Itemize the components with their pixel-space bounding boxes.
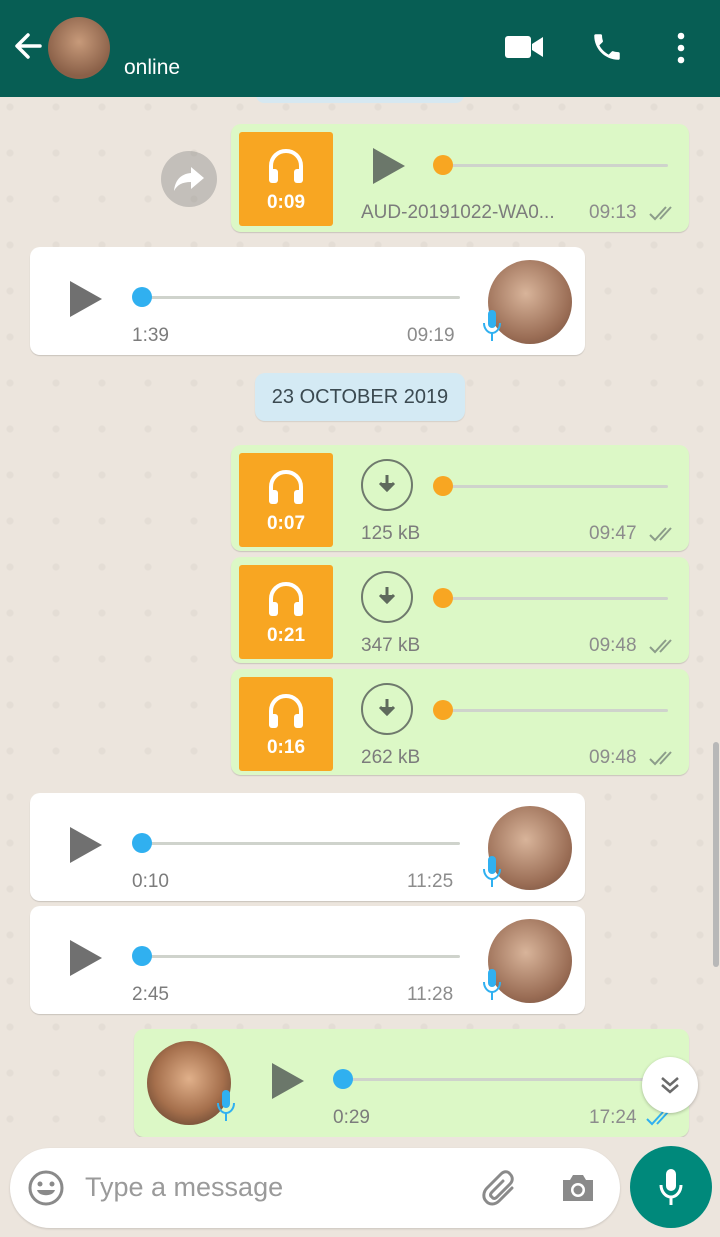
video-call-icon[interactable] xyxy=(505,34,543,60)
voice-length: 0:10 xyxy=(132,871,169,892)
seek-handle[interactable] xyxy=(433,700,453,720)
scroll-down-icon xyxy=(661,1077,679,1094)
chat-area[interactable]: 0:09 AUD-20191022-WA0... 09:13 1:39 09:1… xyxy=(0,97,720,1137)
back-arrow-icon[interactable] xyxy=(12,30,44,62)
seek-handle[interactable] xyxy=(433,588,453,608)
audio-file-thumb: 0:21 xyxy=(239,565,333,659)
headphones-icon xyxy=(269,581,303,616)
message-time: 09:47 xyxy=(589,523,637,544)
audio-duration: 0:16 xyxy=(266,737,306,758)
incoming-voice-message[interactable]: 1:39 09:19 xyxy=(30,247,585,355)
play-icon[interactable] xyxy=(68,279,104,319)
audio-seekbar[interactable] xyxy=(443,485,668,488)
outgoing-audio-message[interactable]: 0:16 262 kB 09:48 xyxy=(231,669,689,775)
play-icon[interactable] xyxy=(371,146,407,186)
download-button[interactable] xyxy=(361,459,413,511)
file-size: 347 kB xyxy=(361,635,421,656)
attach-icon[interactable] xyxy=(482,1170,520,1208)
message-time: 09:48 xyxy=(589,635,637,656)
file-size: 125 kB xyxy=(361,523,421,544)
file-size: 262 kB xyxy=(361,747,421,768)
audio-seekbar[interactable] xyxy=(443,164,668,167)
chat-header: online xyxy=(0,0,720,97)
message-time: 09:13 xyxy=(589,202,637,223)
mic-icon xyxy=(483,310,501,341)
date-pill-partial xyxy=(256,97,464,103)
double-check-icon xyxy=(649,639,672,654)
audio-duration: 0:21 xyxy=(266,625,306,646)
voice-length: 0:29 xyxy=(333,1107,370,1128)
scrollbar[interactable] xyxy=(713,742,719,967)
message-time: 11:25 xyxy=(407,871,454,892)
audio-seekbar[interactable] xyxy=(443,597,668,600)
scroll-to-bottom-button[interactable] xyxy=(642,1057,698,1113)
outgoing-audio-message[interactable]: 0:21 347 kB 09:48 xyxy=(231,557,689,663)
seek-handle[interactable] xyxy=(433,155,453,175)
play-icon[interactable] xyxy=(68,825,104,865)
seek-handle[interactable] xyxy=(132,946,152,966)
mic-icon xyxy=(483,856,501,887)
emoji-icon[interactable] xyxy=(28,1170,64,1206)
message-time: 17:24 xyxy=(589,1107,637,1128)
seek-handle[interactable] xyxy=(433,476,453,496)
more-vert-icon[interactable] xyxy=(675,32,687,64)
headphones-icon xyxy=(269,693,303,728)
outgoing-audio-message[interactable]: 0:07 125 kB 09:47 xyxy=(231,445,689,551)
seek-handle[interactable] xyxy=(132,833,152,853)
audio-duration: 0:07 xyxy=(266,513,306,534)
contact-avatar[interactable] xyxy=(48,17,110,79)
download-button[interactable] xyxy=(361,683,413,735)
audio-duration: 0:09 xyxy=(266,192,306,213)
incoming-voice-message[interactable]: 2:45 11:28 xyxy=(30,906,585,1014)
double-check-icon xyxy=(649,751,672,766)
message-input-bar[interactable]: Type a message xyxy=(10,1148,620,1228)
audio-filename: AUD-20191022-WA0... xyxy=(361,202,555,223)
incoming-voice-message[interactable]: 0:10 11:25 xyxy=(30,793,585,901)
voice-length: 2:45 xyxy=(132,984,169,1005)
double-check-icon xyxy=(649,206,672,221)
message-time: 09:19 xyxy=(407,325,455,346)
phone-icon[interactable] xyxy=(590,30,624,64)
audio-file-thumb: 0:09 xyxy=(239,132,333,226)
audio-file-thumb: 0:16 xyxy=(239,677,333,771)
mic-icon xyxy=(217,1090,235,1121)
contact-status: online xyxy=(124,56,181,79)
headphones-icon xyxy=(269,469,303,504)
forward-button[interactable] xyxy=(161,151,217,207)
audio-file-thumb: 0:07 xyxy=(239,453,333,547)
seek-handle[interactable] xyxy=(132,287,152,307)
seek-handle[interactable] xyxy=(333,1069,353,1089)
mic-icon xyxy=(659,1169,683,1205)
download-icon xyxy=(378,475,396,493)
download-icon xyxy=(378,699,396,717)
outgoing-audio-message[interactable]: 0:09 AUD-20191022-WA0... 09:13 xyxy=(231,124,689,232)
voice-length: 1:39 xyxy=(132,325,169,346)
outgoing-voice-message[interactable]: 0:29 17:24 xyxy=(134,1029,689,1137)
download-button[interactable] xyxy=(361,571,413,623)
audio-seekbar[interactable] xyxy=(142,842,460,845)
message-time: 09:48 xyxy=(589,747,637,768)
message-time: 11:28 xyxy=(407,984,454,1005)
audio-seekbar[interactable] xyxy=(142,296,460,299)
audio-seekbar[interactable] xyxy=(343,1078,661,1081)
download-icon xyxy=(378,587,396,605)
mic-icon xyxy=(483,969,501,1000)
forward-icon xyxy=(174,167,204,191)
message-input[interactable]: Type a message xyxy=(85,1172,283,1203)
date-separator: 23 OCTOBER 2019 xyxy=(255,373,465,421)
double-check-icon xyxy=(649,527,672,542)
audio-seekbar[interactable] xyxy=(443,709,668,712)
play-icon[interactable] xyxy=(270,1061,306,1101)
headphones-icon xyxy=(269,148,303,183)
play-icon[interactable] xyxy=(68,938,104,978)
record-voice-button[interactable] xyxy=(630,1146,712,1228)
audio-seekbar[interactable] xyxy=(142,955,460,958)
camera-icon[interactable] xyxy=(560,1172,596,1204)
